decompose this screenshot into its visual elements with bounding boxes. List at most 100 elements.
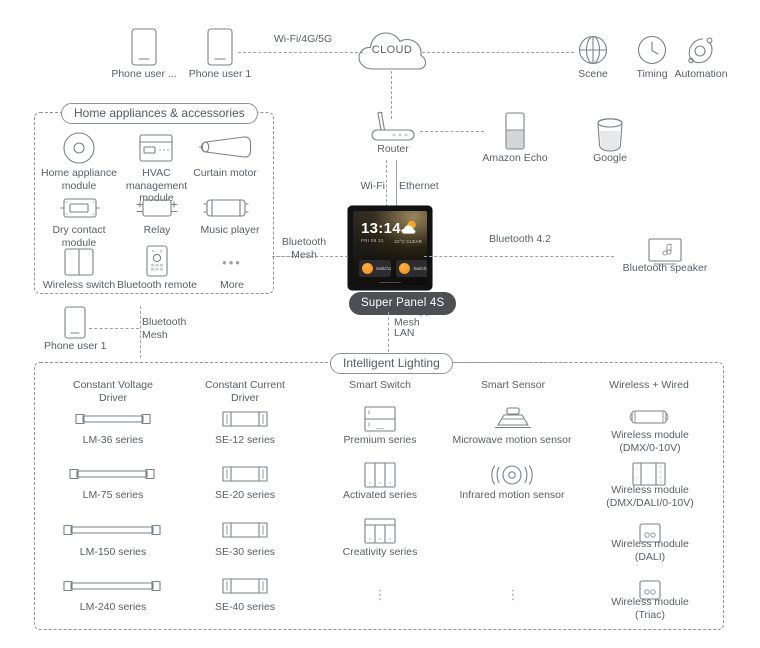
bluetooth-remote-icon xyxy=(146,245,168,277)
phone-user-1-icon xyxy=(207,28,233,66)
relay-icon xyxy=(136,196,178,220)
phone-user-multi-icon xyxy=(131,28,157,66)
bluetooth-42-label: Bluetooth 4.2 xyxy=(489,233,551,245)
music-player-icon xyxy=(202,196,250,220)
driver-block-icon xyxy=(222,522,268,538)
panel-switch-2[interactable]: Switch2 xyxy=(396,260,427,277)
driver-block-icon xyxy=(222,466,268,482)
column-header-constant-voltage: Constant Voltage Driver xyxy=(73,379,153,404)
driver-block-icon xyxy=(222,411,268,427)
connector-bt-42-speaker xyxy=(424,256,614,257)
router-label: Router xyxy=(377,143,409,155)
switch-2-label: Switch2 xyxy=(413,266,427,271)
dry-contact-label: Dry contact module xyxy=(52,224,106,249)
wireless-module-triac-label: Wireless module (Triac) xyxy=(611,596,689,621)
globe-icon xyxy=(578,35,608,65)
wireless-module-tube-icon xyxy=(627,409,671,425)
mesh-wave-icon: ⌒ xyxy=(419,314,428,323)
vertical-ellipsis-icon: ⋮ xyxy=(373,587,387,602)
curtain-motor-icon xyxy=(198,133,252,163)
wireless-switch-icon xyxy=(64,248,94,276)
super-panel-device[interactable]: 13:14 FRI 06 31 22°C CLEAR Switch1 Switc… xyxy=(348,206,432,290)
connector-phone-btmesh xyxy=(89,328,139,329)
wireless-switch-label: Wireless switch xyxy=(42,279,116,291)
wireless-module-flat-icon xyxy=(632,462,666,486)
wireless-module-dali-label: Wireless module (DALI) xyxy=(611,538,689,563)
se-20-label: SE-20 series xyxy=(214,489,276,501)
se-40-label: SE-40 series xyxy=(214,601,276,613)
bluetooth-mesh-left-label: Bluetooth Mesh xyxy=(281,236,327,261)
relay-label: Relay xyxy=(143,224,171,236)
phone-user-1-label: Phone user 1 xyxy=(188,68,252,80)
automation-label: Automation xyxy=(674,68,728,80)
curtain-motor-label: Curtain motor xyxy=(193,167,257,179)
wireless-module-dmx-label: Wireless module (DMX/0-10V) xyxy=(611,429,689,454)
scene-label: Scene xyxy=(578,68,608,80)
weather-icon xyxy=(401,220,418,235)
switch-creativity-icon xyxy=(364,518,396,544)
column-header-constant-current: Constant Current Driver xyxy=(205,379,285,404)
phone-user-1-lower-icon xyxy=(64,306,86,339)
hvac-module-icon xyxy=(139,134,173,162)
infrared-sensor-label: Infrared motion sensor xyxy=(459,489,565,501)
clock-icon xyxy=(637,35,667,65)
appliances-title: Home appliances & accessories xyxy=(61,103,258,124)
connector-panel-lighting xyxy=(388,312,389,352)
lighting-title: Intelligent Lighting xyxy=(330,353,453,374)
wifi-4g-5g-label: Wi-Fi/4G/5G xyxy=(273,33,333,45)
music-player-label: Music player xyxy=(200,224,260,236)
wireless-module-dali-dmx-label: Wireless module (DMX/DALI/0-10V) xyxy=(606,484,694,509)
lan-label: LAN xyxy=(394,327,415,339)
premium-series-label: Premium series xyxy=(343,434,417,446)
google-label: Google xyxy=(593,152,627,164)
connector-btmesh-vertical xyxy=(140,306,141,358)
circle-module-icon xyxy=(63,132,95,164)
bluetooth-speaker-label: Bluetooth speaker xyxy=(622,262,708,274)
connector-phone-cloud xyxy=(238,52,363,53)
panel-switch-1[interactable]: Switch1 xyxy=(359,260,392,277)
phone-user-1-lower-label: Phone user 1 xyxy=(44,340,107,352)
se-12-label: SE-12 series xyxy=(214,434,276,446)
wifi-label: Wi-Fi xyxy=(360,180,386,192)
connector-lighting-right xyxy=(452,362,572,363)
driver-block-icon xyxy=(222,578,268,594)
panel-weather: 22°C CLEAR xyxy=(394,239,422,244)
driver-bar-icon xyxy=(75,413,151,425)
driver-bar-icon xyxy=(69,468,155,480)
dry-contact-icon xyxy=(60,196,100,220)
column-header-smart-switch: Smart Switch xyxy=(349,379,411,391)
bluetooth-remote-label: Bluetooth remote xyxy=(117,279,197,291)
cloud-label: CLOUD xyxy=(371,44,413,56)
lm-240-label: LM-240 series xyxy=(79,601,147,613)
switch-activated-icon xyxy=(364,462,396,488)
panel-home-indicator xyxy=(379,281,401,283)
switch-premium-icon xyxy=(364,406,396,432)
switch-2-indicator xyxy=(399,263,411,274)
google-home-icon xyxy=(594,118,626,152)
creativity-series-label: Creativity series xyxy=(342,546,418,558)
panel-date: FRI 06 31 xyxy=(361,238,384,243)
ethernet-label: Ethernet xyxy=(399,180,439,192)
driver-bar-icon xyxy=(63,524,161,536)
panel-switch-row: Switch1 Switch2 xyxy=(359,260,427,277)
switch-1-label: Switch1 xyxy=(376,266,392,271)
amazon-echo-icon xyxy=(505,112,525,150)
super-panel-screen[interactable]: 13:14 FRI 06 31 22°C CLEAR Switch1 Switc… xyxy=(353,211,427,285)
connector-wifi-router-panel xyxy=(386,160,387,212)
amazon-echo-label: Amazon Echo xyxy=(482,152,548,164)
router-icon xyxy=(369,111,417,142)
switch-1-indicator xyxy=(362,263,373,274)
connector-cloud-services xyxy=(422,52,574,53)
panel-time: 13:14 xyxy=(361,220,401,237)
lm-150-label: LM-150 series xyxy=(79,546,147,558)
infrared-sensor-icon xyxy=(488,462,536,488)
lm-75-label: LM-75 series xyxy=(82,489,144,501)
ellipsis-icon: ••• xyxy=(222,255,242,270)
column-header-wireless-wired: Wireless + Wired xyxy=(609,379,689,391)
se-30-label: SE-30 series xyxy=(214,546,276,558)
bluetooth-mesh-phone-label: Bluetooth Mesh xyxy=(142,316,187,341)
lm-36-label: LM-36 series xyxy=(82,434,144,446)
connector-ethernet-router-panel xyxy=(396,160,397,212)
connector-router-echo xyxy=(420,131,484,132)
activated-series-label: Activated series xyxy=(342,489,418,501)
